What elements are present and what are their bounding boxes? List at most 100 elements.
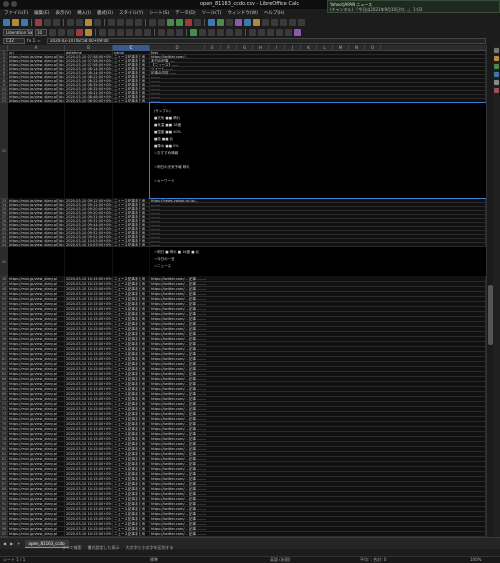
add-decimal-icon[interactable] [226, 28, 233, 36]
new-icon[interactable] [3, 18, 10, 26]
headers-footers-icon[interactable] [262, 18, 269, 26]
bold-icon[interactable] [49, 28, 56, 36]
clone-formatting-icon[interactable] [94, 18, 101, 26]
cell-text-line: ■降水 ■■ 0% [154, 144, 179, 148]
merged-cell-black [8, 247, 64, 276]
navigator-icon[interactable] [494, 80, 499, 85]
export-pdf-icon[interactable] [35, 18, 42, 26]
row-header[interactable]: 32 [0, 103, 8, 199]
border-style-icon[interactable] [276, 28, 283, 36]
conditional-format-icon[interactable] [294, 28, 301, 36]
italic-icon[interactable] [58, 28, 65, 36]
font-size-box[interactable]: 10 [35, 28, 47, 36]
paste-icon[interactable] [85, 18, 92, 26]
font-name-box[interactable]: Liberation Sans [3, 28, 33, 36]
define-print-area-icon[interactable] [271, 18, 278, 26]
menu-item[interactable]: ファイル(F) [4, 10, 28, 16]
sort-ascending-icon[interactable] [176, 18, 183, 26]
menu-item[interactable]: 挿入(I) [77, 10, 91, 16]
open-icon[interactable] [12, 18, 19, 26]
menu-item[interactable]: 表示(V) [55, 10, 71, 16]
add-sheet-icon[interactable]: + [17, 541, 20, 546]
special-character-icon[interactable] [235, 18, 242, 26]
borders-icon[interactable] [267, 28, 274, 36]
font-color-icon[interactable] [76, 28, 83, 36]
wrap-text-icon[interactable] [135, 28, 142, 36]
cut-icon[interactable] [67, 18, 74, 26]
spelling-icon[interactable] [135, 18, 142, 26]
align-right-icon[interactable] [117, 28, 124, 36]
formatted-display-checkbox[interactable]: 書式設定した表示 [88, 545, 120, 551]
currency-format-icon[interactable] [190, 28, 197, 36]
menu-item[interactable]: ウィンドウ(W) [227, 10, 257, 16]
match-case-checkbox[interactable]: 大文字と小文字を区別する [126, 545, 174, 551]
border-color-icon[interactable] [285, 28, 292, 36]
percent-format-icon[interactable] [199, 28, 206, 36]
merge-center-icon[interactable] [144, 28, 151, 36]
split-window-icon[interactable] [289, 18, 296, 26]
row-header[interactable]: 45 [0, 247, 8, 277]
gallery-icon[interactable] [494, 72, 499, 77]
sidebar-menu-icon[interactable] [494, 48, 499, 53]
find-replace-icon[interactable] [126, 18, 133, 26]
row-icon[interactable] [149, 18, 156, 26]
freeze-rows-columns-icon[interactable] [280, 18, 287, 26]
cell-grid[interactable]: 1 url datetime name text 2 https://mixi.jp/vie… [0, 51, 486, 537]
menu-item[interactable]: シート(S) [149, 10, 169, 16]
save-icon[interactable] [21, 18, 28, 26]
cell-text-block[interactable] [150, 247, 486, 276]
copy-icon[interactable] [76, 18, 83, 26]
selected-cell-text-block[interactable] [149, 102, 486, 199]
last-sheet-icon[interactable]: ▶ [10, 541, 13, 546]
notification-popup[interactable]: Yahoo!JAPAN ニュース (チャンネル) 「今日は2021年9月10日付… [327, 0, 500, 13]
sort-descending-icon[interactable] [185, 18, 192, 26]
align-middle-icon[interactable] [167, 28, 174, 36]
pivot-table-icon[interactable] [226, 18, 233, 26]
align-center-icon[interactable] [108, 28, 115, 36]
redo-icon[interactable] [117, 18, 124, 26]
functions-icon[interactable] [494, 88, 499, 93]
menu-item[interactable]: 編集(E) [34, 10, 49, 16]
find-all-button[interactable]: すべて検索 [62, 545, 82, 551]
menu-item[interactable]: ツール(T) [202, 10, 222, 16]
image-icon[interactable] [208, 18, 215, 26]
sort-icon[interactable] [167, 18, 174, 26]
status-sheet: シート 1 / 1 [3, 557, 26, 562]
first-sheet-icon[interactable]: ◀ [3, 541, 6, 546]
print-icon[interactable] [44, 18, 51, 26]
merged-cell-black [113, 247, 149, 276]
chart-icon[interactable] [217, 18, 224, 26]
justify-icon[interactable] [126, 28, 133, 36]
align-left-icon[interactable] [99, 28, 106, 36]
increase-indent-icon[interactable] [249, 28, 256, 36]
underline-icon[interactable] [67, 28, 74, 36]
number-format-icon[interactable] [208, 28, 215, 36]
autofilter-icon[interactable] [194, 18, 201, 26]
delete-decimal-icon[interactable] [235, 28, 242, 36]
align-top-icon[interactable] [158, 28, 165, 36]
menu-item[interactable]: データ(D) [175, 10, 195, 16]
decrease-indent-icon[interactable] [258, 28, 265, 36]
highlight-color-icon[interactable] [85, 28, 92, 36]
styles-icon[interactable] [494, 64, 499, 69]
zoom-level[interactable]: 100% [470, 557, 481, 563]
name-box[interactable]: C32 [3, 38, 25, 44]
print-preview-icon[interactable] [53, 18, 60, 26]
window-title: open_81163_ccdo.csv - LibreOffice Calc [200, 1, 300, 7]
formula-input[interactable]: 2020-03-10T08:58:00+09:00 [47, 38, 486, 44]
hyperlink-icon[interactable] [244, 18, 251, 26]
minimize-icon[interactable] [11, 1, 17, 7]
show-draw-functions-icon[interactable] [298, 18, 305, 26]
column-icon[interactable] [158, 18, 165, 26]
close-icon[interactable] [3, 1, 9, 7]
menu-item[interactable]: ヘルプ(H) [264, 10, 284, 16]
properties-icon[interactable] [494, 56, 499, 61]
comment-icon[interactable] [253, 18, 260, 26]
date-format-icon[interactable] [217, 28, 224, 36]
undo-icon[interactable] [108, 18, 115, 26]
function-wizard-icon[interactable]: fx Σ = [27, 39, 45, 44]
menu-item[interactable]: 書式(O) [97, 10, 113, 16]
vertical-scrollbar[interactable] [486, 45, 493, 537]
menu-item[interactable]: スタイル(Y) [119, 10, 143, 16]
align-bottom-icon[interactable] [176, 28, 183, 36]
